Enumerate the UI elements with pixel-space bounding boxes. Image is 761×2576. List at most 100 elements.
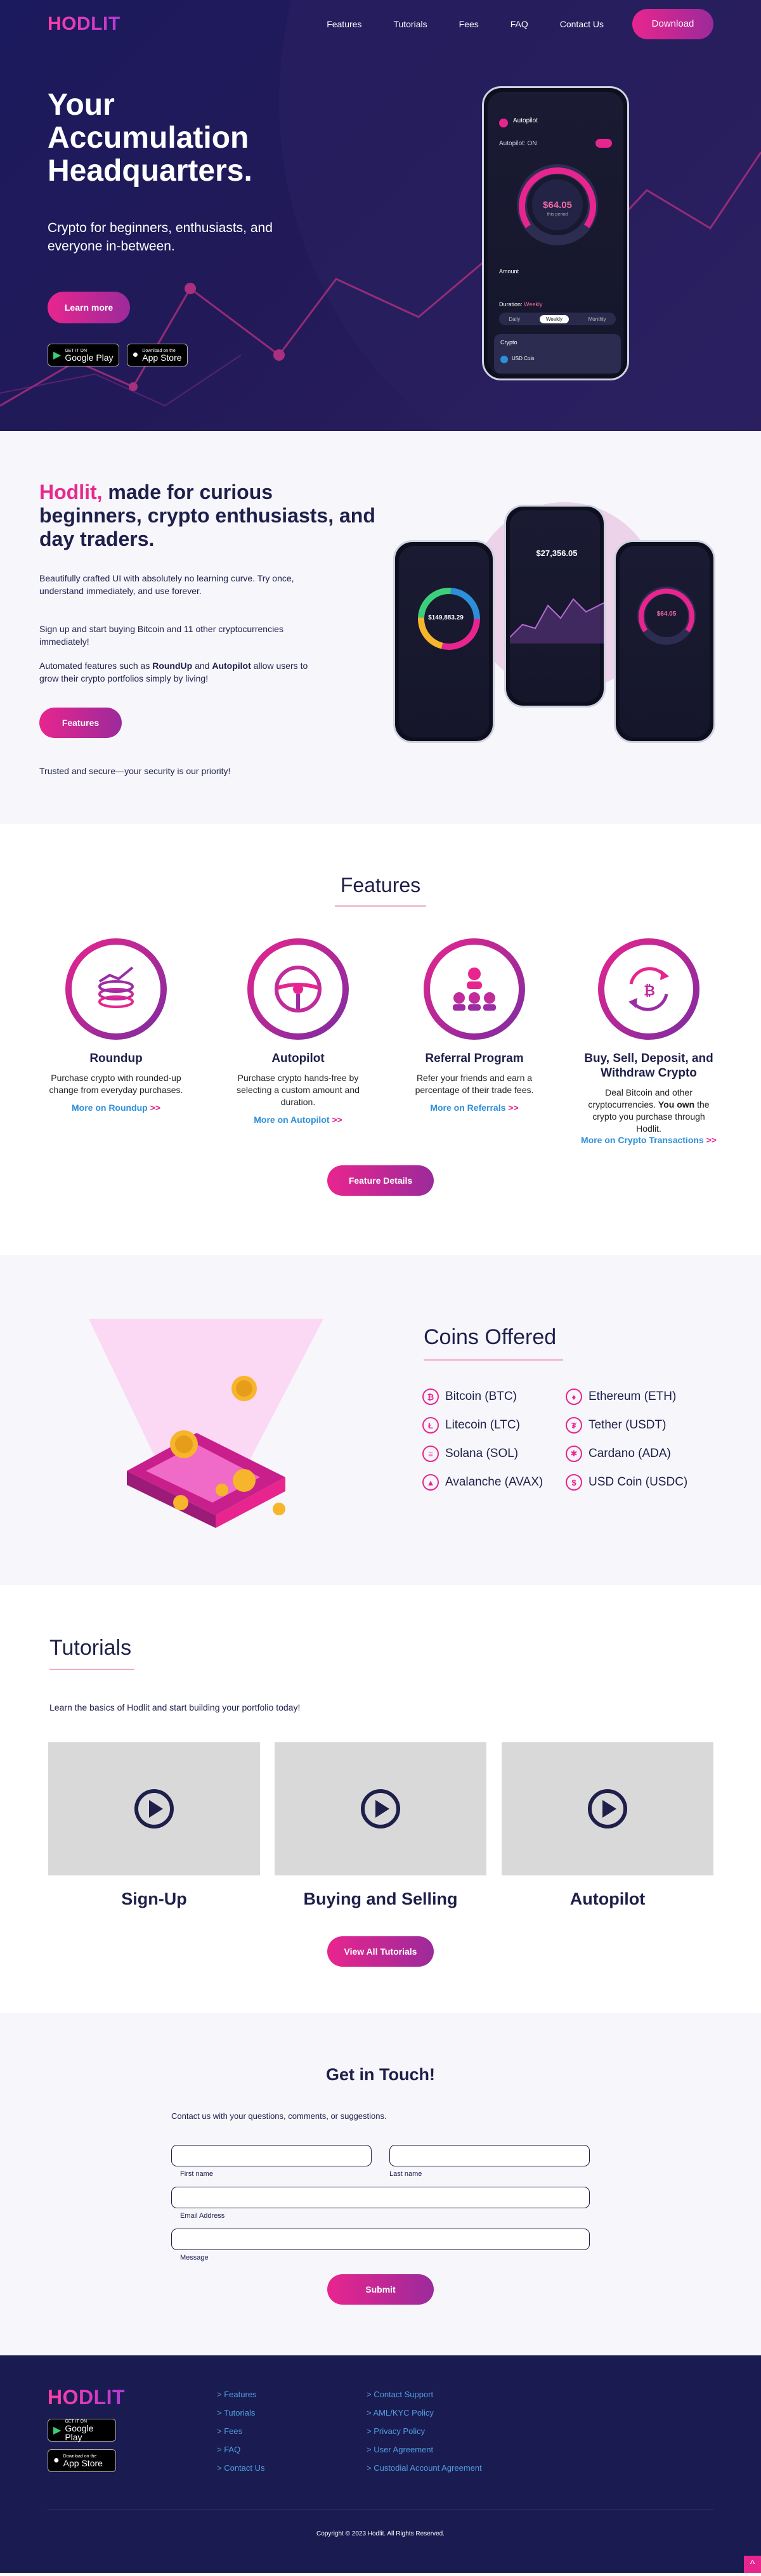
coins-stack-icon bbox=[72, 945, 160, 1033]
phone-app-title: Autopilot bbox=[513, 117, 538, 124]
email-label: Email Address bbox=[180, 2212, 225, 2220]
bitcoin-icon: ₿ bbox=[422, 1388, 439, 1405]
feature-referral-program: Referral Program Refer your friends and … bbox=[405, 938, 544, 1113]
view-all-tutorials-button[interactable]: View All Tutorials bbox=[327, 1936, 434, 1967]
footer: HODLIT ▶ GET IT ON Google Play ● Download… bbox=[0, 2355, 761, 2573]
app-store-badge[interactable]: ● Download on the App Store bbox=[126, 344, 188, 366]
coin-tether: ₮ Tether (USDT) bbox=[566, 1417, 666, 1434]
download-button[interactable]: Download bbox=[632, 9, 713, 39]
footer-app-store-badge[interactable]: ● Download on the App Store bbox=[48, 2449, 116, 2472]
hodlit-logo[interactable]: HODLIT bbox=[48, 13, 120, 35]
copyright-text: Copyright © 2023 Hodlit. All Rights Rese… bbox=[316, 2530, 445, 2537]
coin-litecoin: Ł Litecoin (LTC) bbox=[422, 1417, 520, 1434]
crypto-exchange-icon: ₿ bbox=[604, 945, 693, 1033]
phone-crypto-card: Crypto USD Coin bbox=[494, 334, 621, 373]
usd-coin-icon: $ bbox=[566, 1474, 582, 1491]
play-icon bbox=[361, 1789, 400, 1828]
more-on-crypto-transactions-link[interactable]: More on Crypto Transactions >> bbox=[579, 1135, 719, 1145]
last-name-field[interactable] bbox=[389, 2145, 590, 2166]
isometric-coin-platform-illustration bbox=[89, 1319, 323, 1528]
hero-title: Your Accumulation Headquarters. bbox=[48, 88, 252, 188]
intro-section: Hodlit, made for curious beginners, cryp… bbox=[0, 431, 761, 824]
apple-icon: ● bbox=[132, 349, 139, 360]
features-button[interactable]: Features bbox=[39, 708, 122, 738]
feature-autopilot: Autopilot Purchase crypto hands-free by … bbox=[228, 938, 368, 1125]
feature-roundup: Roundup Purchase crypto with rounded-up … bbox=[46, 938, 186, 1113]
submit-button[interactable]: Submit bbox=[327, 2274, 434, 2305]
apple-icon: ● bbox=[53, 2455, 60, 2466]
coin-ethereum: ♦ Ethereum (ETH) bbox=[566, 1388, 676, 1405]
email-field[interactable] bbox=[171, 2187, 590, 2208]
video-label-buying-and-selling: Buying and Selling bbox=[303, 1889, 458, 1908]
nav-link-fees[interactable]: Fees bbox=[459, 19, 479, 29]
footer-link-fees[interactable]: > Fees bbox=[217, 2426, 242, 2436]
footer-link-faq[interactable]: > FAQ bbox=[217, 2445, 240, 2454]
hero-phone-mockup: Autopilot Autopilot: ON $64.05 this peri… bbox=[482, 86, 629, 380]
litecoin-icon: Ł bbox=[422, 1417, 439, 1434]
more-on-autopilot-link[interactable]: More on Autopilot >> bbox=[228, 1115, 368, 1125]
phone-toggle-switch bbox=[595, 139, 612, 148]
back-to-top-button[interactable]: ^ bbox=[744, 2556, 761, 2573]
contact-section: Get in Touch! Contact us with your quest… bbox=[0, 2013, 761, 2355]
footer-link-features[interactable]: > Features bbox=[217, 2390, 257, 2399]
nav-link-features[interactable]: Features bbox=[327, 19, 361, 29]
intro-phone-center: $27,356.05 bbox=[504, 505, 606, 708]
footer-link-contact-us[interactable]: > Contact Us bbox=[217, 2463, 265, 2473]
coin-cardano: ✱ Cardano (ADA) bbox=[566, 1446, 671, 1462]
more-on-referrals-link[interactable]: More on Referrals >> bbox=[405, 1103, 544, 1113]
coin-avalanche: ▲ Avalanche (AVAX) bbox=[422, 1474, 543, 1491]
features-title: Features bbox=[340, 874, 421, 896]
video-sign-up[interactable] bbox=[48, 1742, 260, 1875]
tutorials-intro: Learn the basics of Hodlit and start bui… bbox=[49, 1702, 301, 1712]
footer-link-tutorials[interactable]: > Tutorials bbox=[217, 2408, 255, 2417]
people-network-icon bbox=[430, 945, 519, 1033]
top-navbar: HODLIT Features Tutorials Fees FAQ Conta… bbox=[0, 0, 761, 48]
footer-google-play-badge[interactable]: ▶ GET IT ON Google Play bbox=[48, 2419, 116, 2442]
footer-link-aml-kyc-policy[interactable]: > AML/KYC Policy bbox=[367, 2408, 434, 2417]
footer-link-privacy-policy[interactable]: > Privacy Policy bbox=[367, 2426, 425, 2436]
google-play-icon: ▶ bbox=[53, 2425, 62, 2436]
usd-coin-icon bbox=[500, 356, 508, 363]
video-autopilot[interactable] bbox=[502, 1742, 713, 1875]
message-field[interactable] bbox=[171, 2229, 590, 2250]
contact-intro: Contact us with your questions, comments… bbox=[171, 2111, 387, 2121]
store-badges: ▶ GET IT ON Google Play ● Download on the… bbox=[48, 344, 188, 366]
google-play-icon: ▶ bbox=[53, 350, 62, 361]
intro-phone-left: $149,883.29 bbox=[393, 540, 495, 743]
contact-title: Get in Touch! bbox=[326, 2065, 435, 2084]
app-avatar-icon bbox=[499, 119, 508, 127]
phone-toggle-label: Autopilot: ON bbox=[499, 140, 537, 147]
footer-link-user-agreement[interactable]: > User Agreement bbox=[367, 2445, 433, 2454]
nav-link-faq[interactable]: FAQ bbox=[511, 19, 528, 29]
phone-gauge-caption: this period bbox=[547, 212, 568, 217]
nav-link-contact-us[interactable]: Contact Us bbox=[560, 19, 604, 29]
play-icon bbox=[588, 1789, 627, 1828]
cardano-icon: ✱ bbox=[566, 1446, 582, 1462]
trust-text: Trusted and secure—your security is our … bbox=[39, 766, 231, 776]
message-label: Message bbox=[180, 2254, 209, 2262]
intro-title: Hodlit, made for curious beginners, cryp… bbox=[39, 481, 375, 550]
steering-wheel-icon bbox=[254, 945, 342, 1033]
phone-duration-value: Weekly bbox=[524, 301, 543, 307]
first-name-field[interactable] bbox=[171, 2145, 372, 2166]
phone-duration-segments: Daily Weekly Monthly bbox=[499, 313, 616, 325]
google-play-badge[interactable]: ▶ GET IT ON Google Play bbox=[48, 344, 119, 366]
phone-duration-label: Duration: bbox=[499, 301, 523, 307]
learn-more-button[interactable]: Learn more bbox=[48, 292, 130, 323]
more-on-roundup-link[interactable]: More on Roundup >> bbox=[46, 1103, 186, 1113]
footer-hodlit-logo[interactable]: HODLIT bbox=[48, 2386, 125, 2409]
video-label-autopilot: Autopilot bbox=[569, 1889, 646, 1908]
ethereum-icon: ♦ bbox=[566, 1388, 582, 1405]
footer-link-custodial-account-agreement[interactable]: > Custodial Account Agreement bbox=[367, 2463, 482, 2473]
hero-line-graph-decoration bbox=[0, 0, 761, 431]
play-icon bbox=[134, 1789, 174, 1828]
nav-link-tutorials[interactable]: Tutorials bbox=[393, 19, 427, 29]
tutorials-title-underline bbox=[49, 1669, 134, 1670]
intro-paragraph-2: Sign up and start buying Bitcoin and 11 … bbox=[39, 624, 283, 647]
intro-phone-right: $64.05 bbox=[614, 540, 715, 743]
footer-link-contact-support[interactable]: > Contact Support bbox=[367, 2390, 433, 2399]
feature-details-button[interactable]: Feature Details bbox=[327, 1165, 434, 1196]
hero-section: HODLIT Features Tutorials Fees FAQ Conta… bbox=[0, 0, 761, 431]
coins-title-underline bbox=[424, 1359, 563, 1361]
video-buying-and-selling[interactable] bbox=[275, 1742, 486, 1875]
